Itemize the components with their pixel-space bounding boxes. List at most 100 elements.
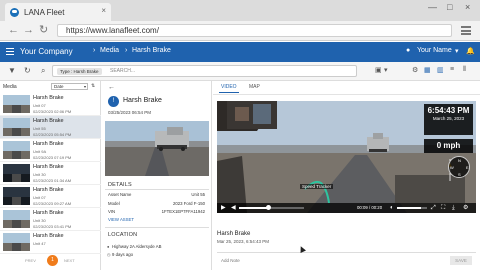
chevron-down-icon[interactable]: ▾ bbox=[455, 47, 459, 55]
media-item-unit: Unit 07 bbox=[33, 195, 46, 200]
next-page-button[interactable]: NEXT bbox=[64, 258, 75, 263]
fullscreen-icon[interactable]: ⛶ bbox=[441, 204, 445, 212]
media-list-item[interactable]: Harsh Brake Unit 07 02/23/2023 09:27 AM bbox=[0, 185, 101, 208]
event-datetime: 03/25/2023 06:54 PM bbox=[108, 110, 152, 115]
location-header: LOCATION bbox=[108, 232, 138, 238]
back-icon[interactable]: ← bbox=[8, 24, 19, 36]
page-number[interactable]: 1 bbox=[47, 255, 58, 266]
view-asset-link[interactable]: VIEW ASSET bbox=[108, 217, 134, 222]
speed-icon[interactable]: ⤢ bbox=[431, 204, 436, 212]
bell-icon[interactable]: 🔔 bbox=[466, 47, 475, 55]
volume-icon[interactable]: ◀ bbox=[231, 204, 236, 212]
list-view-icon[interactable]: ≡ bbox=[450, 66, 454, 73]
media-list-item[interactable]: Harsh Brake Unit 30 02/23/2023 01:34 AM bbox=[0, 162, 101, 185]
browser-tab-bar: LANA Fleet × — □ × bbox=[0, 0, 480, 21]
clock-icon: ◷ bbox=[107, 252, 111, 257]
breadcrumb-media[interactable]: Media bbox=[100, 47, 119, 54]
asset-name-label: Asset Name bbox=[108, 192, 132, 197]
note-input[interactable]: Add Note SAVE bbox=[217, 252, 476, 267]
grid-view-icon[interactable]: ▦ bbox=[424, 66, 431, 74]
user-icon[interactable]: ● bbox=[406, 47, 410, 54]
address-bar: ← → ↻ https://www.lanafleet.com/ bbox=[0, 21, 480, 41]
hamburger-icon[interactable] bbox=[6, 48, 14, 55]
event-title: Harsh Brake bbox=[123, 97, 162, 104]
volume-slider[interactable] bbox=[397, 207, 427, 209]
app-header: Your Company › Media › Harsh Brake ● You… bbox=[0, 42, 480, 62]
media-thumbnail bbox=[3, 233, 30, 251]
media-item-title: Harsh Brake bbox=[33, 141, 64, 147]
media-list-header: Media Date ⇅ bbox=[0, 81, 101, 92]
window-close-icon[interactable]: × bbox=[465, 2, 470, 12]
divider bbox=[213, 94, 480, 95]
asset-name-value: Unit 55 bbox=[191, 192, 205, 197]
media-item-date: 02/23/2023 01:34 AM bbox=[33, 178, 72, 183]
browser-tab[interactable]: LANA Fleet × bbox=[5, 3, 111, 21]
media-thumbnail bbox=[3, 210, 30, 228]
play-icon[interactable]: ▶ bbox=[221, 204, 226, 212]
split-view-icon[interactable]: ▥ bbox=[437, 66, 444, 74]
seek-handle[interactable] bbox=[265, 205, 271, 210]
prev-page-button[interactable]: PREV bbox=[25, 258, 36, 263]
elapsed-time: 00:09 / 00:20 bbox=[357, 205, 383, 210]
tab-video[interactable]: VIDEO bbox=[221, 84, 237, 90]
note-placeholder: Add Note bbox=[221, 258, 240, 263]
search-icon[interactable]: ⌕ bbox=[41, 66, 45, 76]
save-icon[interactable]: ▣ bbox=[375, 66, 382, 74]
compass-e: E bbox=[466, 165, 469, 170]
media-list-item[interactable]: Harsh Brake Unit 07 02/23/2023 02:06 PM bbox=[0, 93, 101, 116]
event-detail-pane: ← ! Harsh Brake 03/25/2023 06:54 PM DETA… bbox=[102, 81, 212, 270]
compass-icon: N S E W bbox=[448, 156, 470, 178]
overlay-date: March 25, 2023 bbox=[432, 116, 465, 121]
browser-menu-icon[interactable] bbox=[461, 26, 471, 35]
video-player[interactable]: 6:54:43 PM March 25, 2023 0 mph N S E W … bbox=[217, 101, 476, 213]
forward-icon[interactable]: → bbox=[23, 24, 34, 36]
media-list-item[interactable]: Harsh Brake Unit 47 bbox=[0, 231, 101, 254]
back-arrow-icon[interactable]: ← bbox=[108, 84, 115, 91]
sort-select[interactable]: Date bbox=[51, 83, 88, 90]
divider bbox=[105, 189, 209, 190]
lana-favicon-icon bbox=[10, 7, 19, 17]
filter-icon[interactable]: ▼ bbox=[8, 66, 16, 75]
save-note-button[interactable]: SAVE bbox=[450, 256, 472, 265]
refresh-icon[interactable]: ↻ bbox=[24, 66, 31, 75]
media-list-item[interactable]: Harsh Brake Unit 55 02/23/2023 05:54 PM bbox=[0, 116, 101, 139]
sort-direction-icon[interactable]: ⇅ bbox=[91, 83, 95, 89]
tab-close-icon[interactable]: × bbox=[101, 6, 106, 15]
filter-toolbar: ▼ ↻ ⌕ Type : Harsh Brake SEARCH... ▣ ▾ ⚙… bbox=[0, 62, 480, 81]
download-icon[interactable]: ⤓ bbox=[452, 204, 455, 212]
model-label: Model bbox=[108, 201, 120, 206]
media-item-date: 02/23/2023 03:41 PM bbox=[33, 224, 72, 229]
media-item-unit: Unit 07 bbox=[33, 103, 46, 108]
reload-icon[interactable]: ↻ bbox=[39, 24, 48, 36]
settings-icon[interactable]: ⚙ bbox=[463, 204, 468, 212]
search-input[interactable]: Type : Harsh Brake SEARCH... bbox=[52, 65, 357, 77]
save-dropdown-icon[interactable]: ▾ bbox=[384, 66, 388, 74]
seek-progress bbox=[239, 207, 269, 209]
minimize-icon[interactable]: — bbox=[428, 2, 437, 12]
media-thumbnail bbox=[3, 187, 30, 205]
media-item-date: 02/23/2023 05:54 PM bbox=[33, 132, 72, 137]
media-list-item[interactable]: Harsh Brake Unit 9A 02/23/2023 07:19 PM bbox=[0, 139, 101, 162]
tab-map[interactable]: MAP bbox=[249, 84, 260, 90]
event-snapshot[interactable] bbox=[105, 121, 209, 176]
columns-view-icon[interactable]: ⫴ bbox=[463, 66, 466, 74]
media-list-item[interactable]: Harsh Brake Unit 30 02/23/2023 03:41 PM bbox=[0, 208, 101, 231]
media-item-date: 02/23/2023 07:19 PM bbox=[33, 155, 72, 160]
speed-tracker-label: Speed Tracker bbox=[300, 184, 334, 189]
video-pane: VIDEO MAP 6:54:43 PM March 25, 2023 0 mp bbox=[213, 81, 480, 270]
seek-bar[interactable] bbox=[239, 207, 304, 209]
company-name[interactable]: Your Company bbox=[20, 47, 73, 56]
maximize-icon[interactable]: □ bbox=[447, 2, 452, 12]
volume-toggle-icon[interactable]: ◐ bbox=[390, 204, 394, 212]
overlay-time: 6:54:43 PM bbox=[427, 106, 470, 115]
user-menu[interactable]: Your Name bbox=[417, 47, 452, 54]
media-thumbnail bbox=[3, 118, 30, 136]
compass-w: W bbox=[450, 165, 454, 170]
url-input[interactable]: https://www.lanafleet.com/ bbox=[57, 24, 452, 37]
filter-chip[interactable]: Type : Harsh Brake bbox=[57, 68, 102, 75]
breadcrumb-separator-icon: › bbox=[93, 47, 96, 54]
harsh-brake-icon: ! bbox=[108, 96, 119, 107]
media-item-date: 02/23/2023 09:27 AM bbox=[33, 201, 72, 206]
active-tab-indicator bbox=[219, 92, 239, 93]
settings-icon[interactable]: ⚙ bbox=[412, 66, 418, 74]
